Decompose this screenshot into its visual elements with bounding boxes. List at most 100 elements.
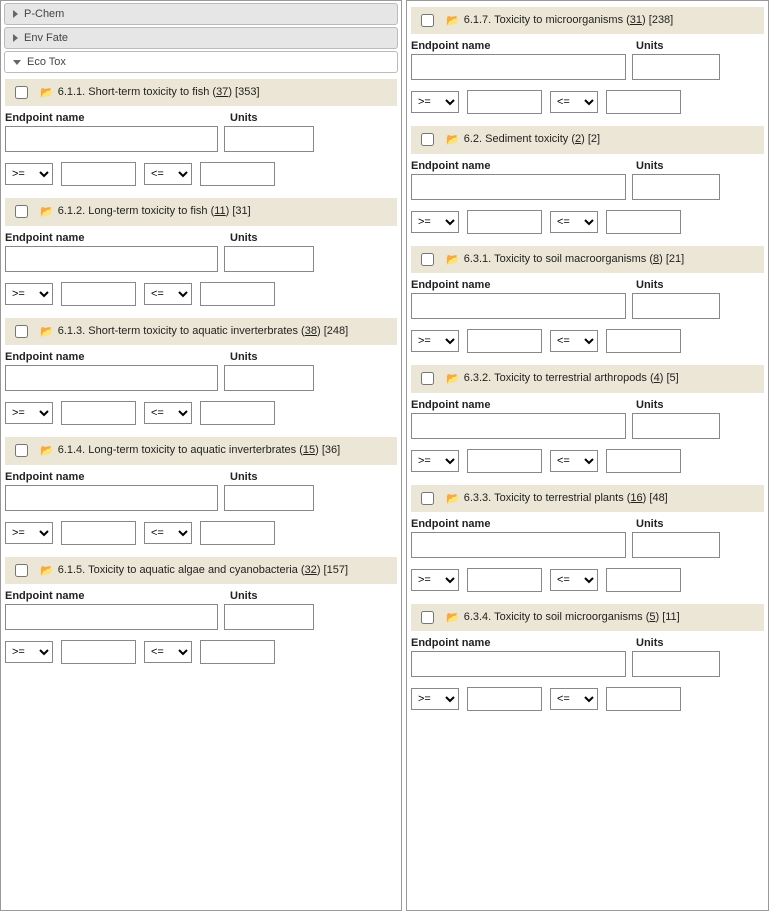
field-labels: Endpoint name Units bbox=[411, 518, 764, 530]
gte-input[interactable] bbox=[467, 90, 542, 114]
endpoint-label: Endpoint name bbox=[411, 160, 636, 172]
lte-input[interactable] bbox=[200, 162, 275, 186]
units-input[interactable] bbox=[224, 485, 314, 511]
endpoint-input[interactable] bbox=[5, 604, 218, 630]
endpoint-input[interactable] bbox=[411, 54, 626, 80]
section-checkbox[interactable] bbox=[15, 325, 28, 338]
section-title: 6.3.4. Toxicity to soil microorganisms (… bbox=[464, 610, 680, 625]
endpoint-input[interactable] bbox=[411, 413, 626, 439]
section-title: 6.1.2. Long-term toxicity to fish (11) [… bbox=[58, 204, 251, 219]
section-header: 📂 6.1.1. Short-term toxicity to fish (37… bbox=[5, 79, 397, 106]
endpoint-label: Endpoint name bbox=[411, 279, 636, 291]
gte-select[interactable]: >= bbox=[5, 402, 53, 424]
units-input[interactable] bbox=[632, 174, 720, 200]
endpoint-input[interactable] bbox=[5, 485, 218, 511]
gte-input[interactable] bbox=[61, 282, 136, 306]
section-checkbox[interactable] bbox=[421, 492, 434, 505]
gte-select[interactable]: >= bbox=[411, 569, 459, 591]
gte-select[interactable]: >= bbox=[411, 91, 459, 113]
units-input[interactable] bbox=[224, 126, 314, 152]
gte-input[interactable] bbox=[467, 329, 542, 353]
units-input[interactable] bbox=[632, 651, 720, 677]
section-checkbox[interactable] bbox=[15, 205, 28, 218]
endpoint-input[interactable] bbox=[5, 126, 218, 152]
accordion-ecotox[interactable]: Eco Tox bbox=[4, 51, 398, 73]
accordion-envfate[interactable]: Env Fate bbox=[4, 27, 398, 49]
lte-input[interactable] bbox=[606, 329, 681, 353]
lte-input[interactable] bbox=[200, 282, 275, 306]
units-input[interactable] bbox=[632, 413, 720, 439]
right-panel: 📂 6.1.7. Toxicity to microorganisms (31)… bbox=[406, 0, 769, 911]
endpoint-input[interactable] bbox=[5, 365, 218, 391]
section-header: 📂 6.1.4. Long-term toxicity to aquatic i… bbox=[5, 437, 397, 464]
units-input[interactable] bbox=[632, 532, 720, 558]
gte-input[interactable] bbox=[61, 640, 136, 664]
lte-input[interactable] bbox=[606, 210, 681, 234]
lte-select[interactable]: <= bbox=[144, 522, 192, 544]
lte-select[interactable]: <= bbox=[550, 330, 598, 352]
units-input[interactable] bbox=[632, 293, 720, 319]
endpoint-input[interactable] bbox=[5, 246, 218, 272]
lte-select[interactable]: <= bbox=[550, 211, 598, 233]
lte-select[interactable]: <= bbox=[550, 688, 598, 710]
lte-select[interactable]: <= bbox=[144, 641, 192, 663]
endpoint-input[interactable] bbox=[411, 174, 626, 200]
lte-input[interactable] bbox=[606, 90, 681, 114]
gte-input[interactable] bbox=[61, 162, 136, 186]
gte-input[interactable] bbox=[467, 568, 542, 592]
section-checkbox[interactable] bbox=[15, 564, 28, 577]
lte-input[interactable] bbox=[200, 521, 275, 545]
gte-input[interactable] bbox=[467, 449, 542, 473]
units-input[interactable] bbox=[224, 246, 314, 272]
lte-select[interactable]: <= bbox=[144, 163, 192, 185]
lte-select[interactable]: <= bbox=[550, 569, 598, 591]
gte-select[interactable]: >= bbox=[5, 641, 53, 663]
endpoint-input[interactable] bbox=[411, 532, 626, 558]
lte-select[interactable]: <= bbox=[550, 450, 598, 472]
section-checkbox[interactable] bbox=[421, 611, 434, 624]
lte-input[interactable] bbox=[200, 401, 275, 425]
section-header: 📂 6.1.3. Short-term toxicity to aquatic … bbox=[5, 318, 397, 345]
section-checkbox[interactable] bbox=[421, 372, 434, 385]
field-labels: Endpoint name Units bbox=[411, 40, 764, 52]
gte-select[interactable]: >= bbox=[411, 330, 459, 352]
lte-input[interactable] bbox=[606, 687, 681, 711]
chevron-right-icon bbox=[13, 10, 18, 18]
gte-select[interactable]: >= bbox=[411, 450, 459, 472]
section-title: 6.3.3. Toxicity to terrestrial plants (1… bbox=[464, 491, 668, 506]
lte-input[interactable] bbox=[200, 640, 275, 664]
gte-input[interactable] bbox=[467, 210, 542, 234]
section-header: 📂 6.3.4. Toxicity to soil microorganisms… bbox=[411, 604, 764, 631]
section-title: 6.1.1. Short-term toxicity to fish (37) … bbox=[58, 85, 260, 100]
endpoint-input[interactable] bbox=[411, 293, 626, 319]
section-checkbox[interactable] bbox=[421, 133, 434, 146]
lte-select[interactable]: <= bbox=[144, 283, 192, 305]
gte-select[interactable]: >= bbox=[411, 688, 459, 710]
gte-select[interactable]: >= bbox=[411, 211, 459, 233]
section-header: 📂 6.1.2. Long-term toxicity to fish (11)… bbox=[5, 198, 397, 225]
gte-select[interactable]: >= bbox=[5, 283, 53, 305]
units-input[interactable] bbox=[632, 54, 720, 80]
accordion-pchem[interactable]: P-Chem bbox=[4, 3, 398, 25]
section-title: 6.2. Sediment toxicity (2) [2] bbox=[464, 132, 600, 147]
section-checkbox[interactable] bbox=[15, 86, 28, 99]
units-input[interactable] bbox=[224, 365, 314, 391]
gte-select[interactable]: >= bbox=[5, 163, 53, 185]
lte-input[interactable] bbox=[606, 449, 681, 473]
units-input[interactable] bbox=[224, 604, 314, 630]
section-checkbox[interactable] bbox=[421, 253, 434, 266]
gte-select[interactable]: >= bbox=[5, 522, 53, 544]
section-header: 📂 6.3.2. Toxicity to terrestrial arthrop… bbox=[411, 365, 764, 392]
lte-select[interactable]: <= bbox=[550, 91, 598, 113]
endpoint-input[interactable] bbox=[411, 651, 626, 677]
section-checkbox[interactable] bbox=[421, 14, 434, 27]
field-labels: Endpoint name Units bbox=[5, 232, 397, 244]
lte-select[interactable]: <= bbox=[144, 402, 192, 424]
lte-input[interactable] bbox=[606, 568, 681, 592]
section-checkbox[interactable] bbox=[15, 444, 28, 457]
gte-input[interactable] bbox=[61, 521, 136, 545]
field-labels: Endpoint name Units bbox=[411, 279, 764, 291]
gte-input[interactable] bbox=[61, 401, 136, 425]
gte-input[interactable] bbox=[467, 687, 542, 711]
units-label: Units bbox=[230, 351, 258, 363]
